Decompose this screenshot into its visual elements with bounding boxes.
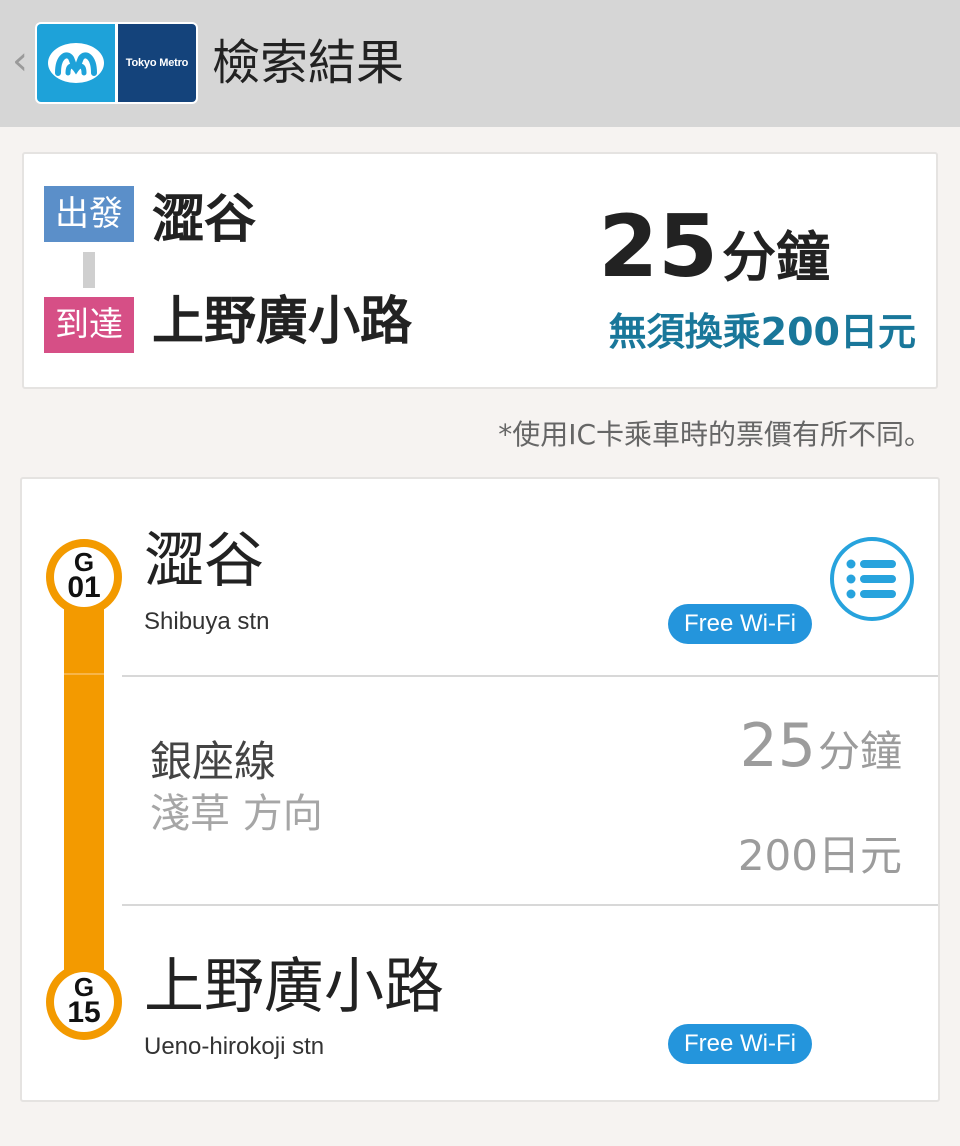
route-detail-card: G 01 澀谷 Shibuya stn Free Wi-Fi 銀座線 淺草 方向… — [20, 477, 940, 1102]
divider — [122, 675, 938, 677]
from-station-name[interactable]: 澀谷 — [144, 523, 264, 599]
badge-station-number: 01 — [67, 571, 101, 604]
summary-fare: 無須換乘200日元 — [608, 310, 916, 354]
station-badge-inner: G 01 — [54, 547, 114, 607]
summary-from-station: 澀谷 — [152, 190, 257, 250]
badge-line-letter: G — [73, 547, 95, 577]
station-menu-button[interactable] — [830, 537, 914, 621]
segment-fare: 200日元 — [737, 831, 902, 880]
list-icon — [846, 559, 896, 599]
tokyo-metro-logo[interactable]: Tokyo Metro — [35, 22, 198, 104]
from-wifi-badge: Free Wi-Fi — [668, 604, 812, 644]
summary-duration: 25 分鐘 — [598, 202, 830, 292]
metro-logo-mark-icon — [37, 24, 115, 102]
app-header: ‹ Tokyo Metro 檢索結果 — [0, 0, 960, 127]
ic-card-note: *使用IC卡乘車時的票價有所不同。 — [498, 418, 932, 451]
route-summary-card: 出發 到達 澀谷 上野廣小路 25 分鐘 無須換乘200日元 — [22, 152, 938, 389]
segment-duration-value: 25 — [739, 711, 816, 781]
station-badge-to: G 15 — [46, 964, 122, 1040]
to-station-name-en: Ueno-hirokoji stn — [144, 1033, 325, 1060]
to-station-name[interactable]: 上野廣小路 — [144, 949, 444, 1025]
from-station-name-en: Shibuya stn — [144, 608, 270, 635]
summary-duration-value: 25 — [598, 197, 718, 297]
station-badge-from: G 01 — [46, 539, 122, 615]
to-wifi-badge: Free Wi-Fi — [668, 1024, 812, 1064]
page-title: 檢索結果 — [212, 35, 405, 91]
line-name: 銀座線 — [150, 737, 277, 786]
badge-station-number: 15 — [67, 996, 101, 1029]
line-direction: 淺草 方向 — [150, 791, 323, 837]
back-chevron-icon[interactable]: ‹ — [6, 36, 34, 86]
divider — [122, 904, 938, 906]
summary-to-station: 上野廣小路 — [152, 292, 413, 352]
station-badge-inner: G 15 — [54, 972, 114, 1032]
line-bar — [64, 589, 104, 979]
logo-text: Tokyo Metro — [118, 24, 196, 102]
segment-duration: 25 分鐘 — [740, 711, 902, 781]
tag-connector — [83, 252, 95, 288]
arrive-tag: 到達 — [44, 297, 134, 353]
line-bar-divider — [64, 673, 104, 675]
summary-duration-unit: 分鐘 — [722, 226, 830, 289]
depart-tag: 出發 — [44, 186, 134, 242]
badge-line-letter: G — [73, 972, 95, 1002]
segment-duration-unit: 分鐘 — [817, 727, 902, 776]
